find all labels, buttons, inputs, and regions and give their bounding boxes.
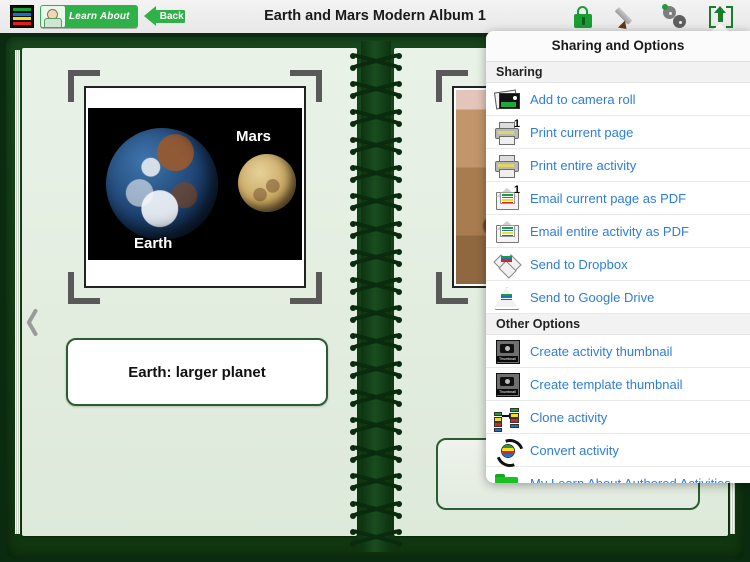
spiral-coil	[350, 49, 402, 75]
menu-item-label: Add to camera roll	[530, 91, 636, 107]
camera-roll-icon	[493, 87, 520, 111]
spiral-coil	[350, 469, 402, 495]
gears-icon[interactable]	[662, 3, 688, 30]
book-spine	[350, 41, 402, 552]
mars-planet-graphic	[238, 154, 296, 212]
pencil-icon[interactable]	[614, 4, 642, 33]
spiral-coil	[350, 497, 402, 523]
spiral-coil	[350, 245, 402, 271]
spiral-coil	[350, 189, 402, 215]
printer-icon	[494, 153, 520, 178]
learn-about-avatar-icon	[41, 6, 65, 27]
menu-item-print-current-page[interactable]: 1 Print current page	[486, 116, 750, 149]
spiral-coil	[350, 105, 402, 131]
spiral-coil	[350, 385, 402, 411]
menu-item-my-authored-activities[interactable]: My Learn About Authored Activities	[486, 467, 750, 483]
section-header-other-options: Other Options	[486, 314, 750, 335]
menu-item-label: Send to Google Drive	[530, 289, 655, 305]
menu-item-label: Email current page as PDF	[530, 190, 687, 206]
thumbnail-badge-text: Thumbnail	[499, 390, 516, 394]
menu-item-send-to-google-drive[interactable]: Send to Google Drive	[486, 281, 750, 314]
section-header-sharing: Sharing	[486, 62, 750, 83]
email-page-pdf-icon: 1	[494, 184, 520, 210]
menu-item-label: Create template thumbnail	[530, 376, 683, 392]
spiral-coil	[350, 329, 402, 355]
back-arrow-icon	[143, 6, 156, 26]
menu-item-email-current-page-pdf[interactable]: 1 Email current page as PDF	[486, 182, 750, 215]
menu-item-print-entire-activity[interactable]: Print entire activity	[486, 149, 750, 182]
dropbox-icon	[493, 252, 522, 279]
menu-item-create-template-thumbnail[interactable]: Thumbnail Create template thumbnail	[486, 368, 750, 401]
menu-item-convert-activity[interactable]: Convert activity	[486, 434, 750, 472]
printer-page-icon: 1	[494, 118, 520, 145]
google-drive-icon	[494, 285, 520, 310]
menu-item-label: Print entire activity	[530, 157, 637, 173]
page-badge: 1	[513, 118, 520, 130]
spiral-coil	[350, 217, 402, 243]
menu-item-add-to-camera-roll[interactable]: Add to camera roll	[486, 83, 750, 116]
menu-item-label: Print current page	[530, 124, 634, 140]
spiral-coil	[350, 133, 402, 159]
menu-item-label: My Learn About Authored Activities	[530, 475, 731, 484]
learn-about-button[interactable]: Learn About	[40, 5, 138, 28]
spiral-coil	[350, 161, 402, 187]
spiral-coil	[350, 273, 402, 299]
menu-item-label: Create activity thumbnail	[530, 343, 673, 359]
menu-item-label: Clone activity	[530, 409, 608, 425]
left-photo-mat: Mars Earth	[84, 86, 306, 288]
spiral-coil	[350, 301, 402, 327]
convert-icon	[491, 434, 529, 472]
left-caption-text: Earth: larger planet	[128, 363, 266, 381]
menu-item-label: Convert activity	[530, 442, 619, 458]
thumbnail-icon: Thumbnail	[494, 372, 520, 397]
spiral-coil	[350, 77, 402, 103]
back-button[interactable]: Back	[143, 5, 186, 28]
menu-item-label: Send to Dropbox	[530, 256, 628, 272]
sharing-options-popover: Sharing and Options Sharing Add to camer…	[486, 31, 750, 483]
lock-icon[interactable]	[570, 4, 596, 30]
previous-page-chevron-icon[interactable]	[20, 307, 39, 337]
menu-item-create-activity-thumbnail[interactable]: Thumbnail Create activity thumbnail	[486, 335, 750, 368]
thumbnail-badge-text: Thumbnail	[499, 357, 516, 361]
left-caption-box[interactable]: Earth: larger planet	[66, 338, 328, 406]
spiral-coil	[350, 413, 402, 439]
page-badge: 1	[513, 184, 520, 196]
top-toolbar: Learn About Back Earth and Mars Modern A…	[0, 0, 750, 34]
spiral-coil	[350, 525, 402, 551]
left-page: Mars Earth Earth: larger planet	[15, 48, 357, 536]
back-label: Back	[159, 11, 184, 22]
toolbar-left-group: Learn About Back	[0, 5, 186, 28]
left-photo-image: Mars Earth	[88, 108, 302, 260]
spiral-coil	[350, 441, 402, 467]
menu-item-clone-activity[interactable]: Clone activity	[486, 401, 750, 434]
folder-icon	[494, 471, 520, 483]
earth-label: Earth	[134, 235, 173, 252]
menu-item-label: Email entire activity as PDF	[530, 223, 689, 239]
thumbnail-icon: Thumbnail	[494, 339, 520, 364]
menu-item-email-entire-activity-pdf[interactable]: Email entire activity as PDF	[486, 215, 750, 248]
stack-icon[interactable]	[10, 5, 34, 28]
learn-about-label: Learn About	[69, 11, 130, 22]
spiral-coil	[350, 357, 402, 383]
popover-title: Sharing and Options	[486, 31, 750, 62]
email-activity-pdf-icon	[494, 219, 520, 243]
clone-icon	[494, 405, 520, 432]
menu-item-send-to-dropbox[interactable]: Send to Dropbox	[486, 248, 750, 281]
earth-planet-graphic	[106, 128, 218, 240]
left-photo-frame[interactable]: Mars Earth	[68, 70, 322, 304]
mars-label: Mars	[236, 128, 272, 145]
